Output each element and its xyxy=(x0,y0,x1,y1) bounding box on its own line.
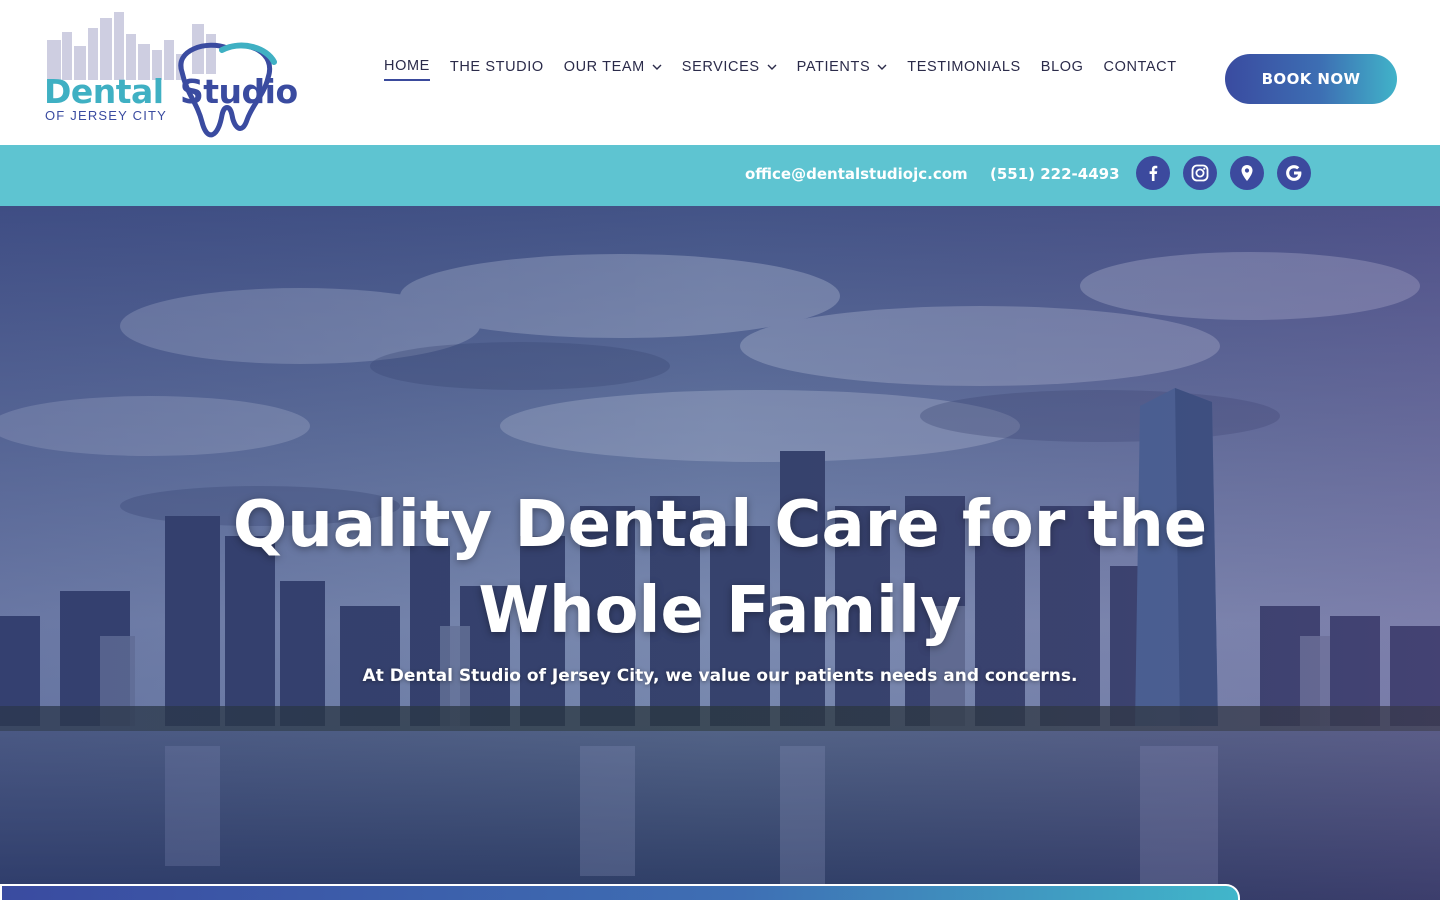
hero-bottom-gradient-strip xyxy=(0,884,1240,900)
facebook-icon xyxy=(1149,165,1158,181)
chevron-down-icon xyxy=(652,64,662,70)
site-logo[interactable]: Dental Studio OF JERSEY CITY xyxy=(42,10,306,148)
chevron-down-icon xyxy=(877,64,887,70)
nav-services[interactable]: SERVICES xyxy=(682,59,777,80)
nav-testimonials-label: TESTIMONIALS xyxy=(907,59,1021,75)
instagram-button[interactable] xyxy=(1183,156,1217,190)
nav-blog-label: BLOG xyxy=(1040,59,1084,75)
map-button[interactable] xyxy=(1230,156,1264,190)
logo-dental-text: Dental xyxy=(44,72,164,111)
site-header: Dental Studio OF JERSEY CITY HOME THE ST… xyxy=(0,0,1440,145)
nav-services-label: SERVICES xyxy=(681,59,760,75)
hero-subtitle: At Dental Studio of Jersey City, we valu… xyxy=(362,666,1078,686)
nav-contact[interactable]: CONTACT xyxy=(1104,59,1177,80)
main-nav: HOME THE STUDIO OUR TEAM SERVICES PATIEN… xyxy=(384,58,1177,81)
nav-blog[interactable]: BLOG xyxy=(1041,59,1084,80)
hero-title-line1: Quality Dental Care for the xyxy=(232,488,1208,562)
phone-link[interactable]: (551) 222-4493 xyxy=(990,165,1120,183)
nav-our-team[interactable]: OUR TEAM xyxy=(564,59,662,80)
google-button[interactable] xyxy=(1277,156,1311,190)
nav-the-studio[interactable]: THE STUDIO xyxy=(450,59,544,80)
hero-title: Quality Dental Care for the Whole Family xyxy=(120,482,1320,654)
chevron-down-icon xyxy=(767,64,777,70)
google-icon xyxy=(1286,165,1302,181)
hero-section: Quality Dental Care for the Whole Family… xyxy=(0,206,1440,900)
map-pin-icon xyxy=(1241,165,1253,181)
nav-contact-label: CONTACT xyxy=(1103,59,1177,75)
nav-patients-label: PATIENTS xyxy=(796,59,871,75)
hero-title-line2: Whole Family xyxy=(478,574,962,648)
nav-home[interactable]: HOME xyxy=(384,58,430,81)
logo-studio-text: Studio xyxy=(180,72,298,111)
contact-bar: office@dentalstudiojc.com (551) 222-4493 xyxy=(0,145,1440,206)
logo-tagline-text: OF JERSEY CITY xyxy=(45,108,168,123)
nav-the-studio-label: THE STUDIO xyxy=(449,59,544,75)
nav-our-team-label: OUR TEAM xyxy=(563,59,645,75)
nav-testimonials[interactable]: TESTIMONIALS xyxy=(907,59,1021,80)
instagram-icon xyxy=(1191,164,1209,182)
email-link[interactable]: office@dentalstudiojc.com xyxy=(745,165,968,183)
book-now-button[interactable]: BOOK NOW xyxy=(1225,54,1397,104)
nav-patients[interactable]: PATIENTS xyxy=(797,59,888,80)
nav-home-label: HOME xyxy=(384,58,430,74)
facebook-button[interactable] xyxy=(1136,156,1170,190)
